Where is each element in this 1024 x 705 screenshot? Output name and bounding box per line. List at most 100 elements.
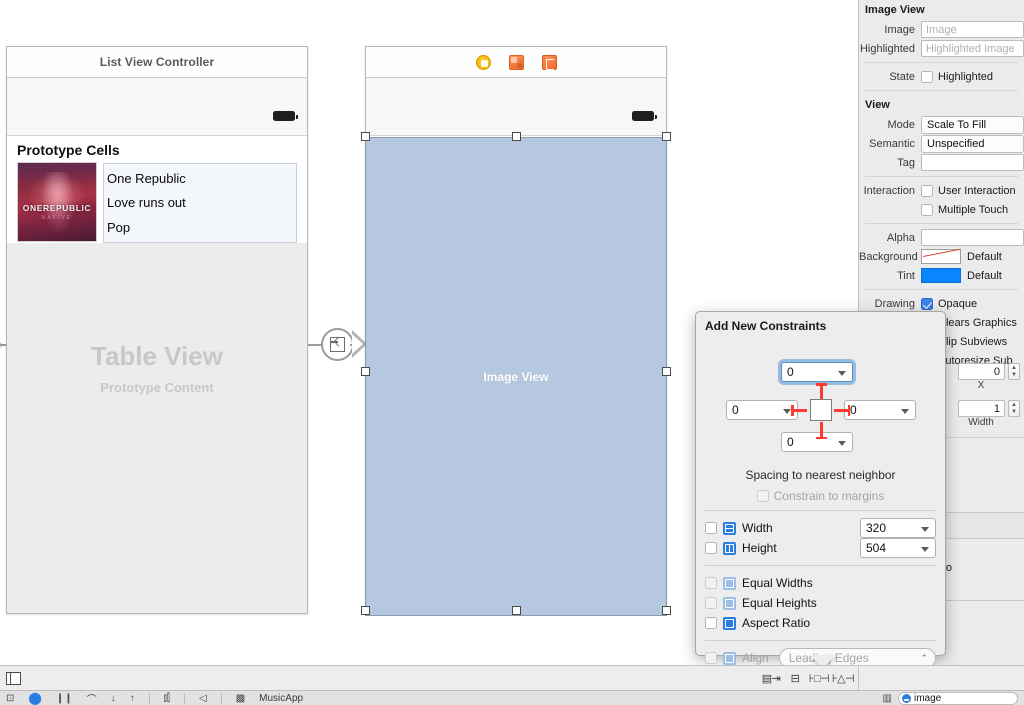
image-view-element[interactable]: Image View bbox=[365, 137, 667, 616]
state-highlighted-checkbox-row[interactable]: Highlighted bbox=[921, 70, 993, 83]
spacing-bottom-combo[interactable]: 0 bbox=[781, 432, 853, 452]
constraint-row-aspect-ratio[interactable]: Aspect Ratio bbox=[705, 613, 936, 633]
spacing-right-combo[interactable]: 0 bbox=[844, 400, 916, 420]
grid-icon[interactable]: ▥ bbox=[883, 693, 892, 704]
prototype-cell[interactable]: ONEREPUBLIC NATIVE One Republic Love run… bbox=[7, 162, 307, 246]
pin-left-strut[interactable] bbox=[791, 405, 807, 415]
width-field-group[interactable]: 1 ▲ ▼ Width bbox=[958, 400, 1020, 428]
chevron-down-icon[interactable] bbox=[921, 527, 929, 532]
run-flag-icon[interactable]: ⬤ bbox=[28, 691, 41, 705]
align-button[interactable]: ▤⇥ bbox=[762, 671, 781, 686]
scene-image-view-controller[interactable]: Image View bbox=[361, 46, 671, 616]
inspector-row-alpha[interactable]: Alpha bbox=[859, 228, 1024, 247]
pin-right-strut[interactable] bbox=[834, 405, 850, 415]
selection-handle-middle-left[interactable] bbox=[361, 367, 370, 376]
chevron-down-icon[interactable] bbox=[901, 409, 909, 414]
breakpoint-icon[interactable]: ⊡ bbox=[6, 693, 14, 704]
width-constraint-value-combo[interactable]: 320 bbox=[860, 518, 936, 538]
background-color-swatch[interactable] bbox=[921, 249, 961, 264]
selection-handle-top-left[interactable] bbox=[361, 132, 370, 141]
constrain-to-margins-checkbox[interactable] bbox=[756, 490, 769, 502]
inspector-row-background[interactable]: Background Default bbox=[859, 247, 1024, 266]
user-interaction-checkbox[interactable] bbox=[921, 184, 933, 197]
chevron-down-icon[interactable] bbox=[921, 547, 929, 552]
mode-popup[interactable]: Scale To Fill bbox=[921, 115, 1024, 134]
memory-grid-icon[interactable]: ▩ bbox=[236, 693, 245, 704]
inspector-row-state[interactable]: State Highlighted bbox=[859, 67, 1024, 86]
width-field[interactable]: 1 bbox=[958, 400, 1005, 417]
exit-icon[interactable] bbox=[541, 54, 557, 70]
canvas-bottom-bar[interactable]: ▤⇥ ⊟ ⊦□⊣ ⊦△⊣ bbox=[0, 665, 858, 690]
inspector-row-multiple-touch[interactable]: Multiple Touch bbox=[859, 200, 1024, 219]
cell-label-genre[interactable]: Pop bbox=[107, 220, 296, 235]
opaque-checkbox-row[interactable]: Opaque bbox=[921, 297, 977, 310]
width-stepper[interactable]: ▲ ▼ bbox=[1008, 400, 1020, 417]
inspector-row-image[interactable]: Image Image bbox=[859, 20, 1024, 39]
opaque-checkbox[interactable] bbox=[921, 297, 933, 310]
pin-spacing-area[interactable]: 0 0 0 0 bbox=[696, 336, 945, 486]
pin-bottom-strut[interactable] bbox=[816, 422, 826, 439]
spacing-top-combo[interactable]: 0 bbox=[781, 362, 853, 382]
width-constraint-checkbox[interactable] bbox=[705, 522, 717, 534]
state-highlighted-checkbox[interactable] bbox=[921, 70, 933, 83]
inspector-row-highlighted[interactable]: Highlighted Highlighted Image bbox=[859, 39, 1024, 58]
table-view-placeholder[interactable]: Table View Prototype Content bbox=[7, 243, 307, 613]
view-hierarchy-icon[interactable]: ⫾⫿ bbox=[164, 693, 170, 704]
height-constraint-value-combo[interactable]: 504 bbox=[860, 538, 936, 558]
step-out-icon[interactable]: ↑ bbox=[130, 693, 135, 704]
selection-handle-middle-right[interactable] bbox=[662, 367, 671, 376]
cell-label-group[interactable]: One Republic Love runs out Pop bbox=[103, 163, 297, 243]
multiple-touch-checkbox[interactable] bbox=[921, 203, 933, 216]
inspector-row-tint[interactable]: Tint Default bbox=[859, 266, 1024, 285]
autolayout-button-group[interactable]: ▤⇥ ⊟ ⊦□⊣ ⊦△⊣ bbox=[762, 671, 855, 686]
tag-field[interactable] bbox=[921, 154, 1024, 171]
inspector-row-tag[interactable]: Tag bbox=[859, 153, 1024, 172]
selection-handle-top-right[interactable] bbox=[662, 132, 671, 141]
semantic-popup[interactable]: Unspecified bbox=[921, 134, 1024, 153]
height-constraint-checkbox[interactable] bbox=[705, 542, 717, 554]
constrain-to-margins-row[interactable]: Constrain to margins bbox=[696, 489, 945, 503]
pin-button[interactable]: ⊟ bbox=[786, 671, 804, 686]
resolve-issues-button[interactable]: ⊦□⊣ bbox=[809, 671, 830, 686]
equal-constraint-rows[interactable]: Equal Widths Equal Heights Aspect Ratio bbox=[696, 573, 945, 633]
constraint-row-width[interactable]: Width 320 bbox=[705, 518, 936, 538]
inspector-row-semantic[interactable]: Semantic Unspecified bbox=[859, 134, 1024, 153]
step-over-icon[interactable]: ⌒ bbox=[87, 691, 97, 705]
step-into-icon[interactable]: ↓ bbox=[111, 693, 116, 704]
highlighted-image-field[interactable]: Highlighted Image bbox=[921, 40, 1024, 57]
selection-handle-bottom-right[interactable] bbox=[662, 606, 671, 615]
cell-label-song[interactable]: Love runs out bbox=[107, 195, 296, 210]
view-controller-icon[interactable] bbox=[475, 54, 491, 70]
x-field-group[interactable]: 0 ▲ ▼ X bbox=[958, 363, 1020, 391]
location-icon[interactable]: ◁ bbox=[199, 693, 207, 704]
chevron-down-icon[interactable] bbox=[838, 371, 846, 376]
constraint-row-height[interactable]: Height 504 bbox=[705, 538, 936, 558]
inspector-row-mode[interactable]: Mode Scale To Fill bbox=[859, 115, 1024, 134]
selection-handle-bottom-left[interactable] bbox=[361, 606, 370, 615]
inspector-row-interaction[interactable]: Interaction User Interaction bbox=[859, 181, 1024, 200]
x-stepper[interactable]: ▲ ▼ bbox=[1008, 363, 1020, 380]
pin-top-strut[interactable] bbox=[816, 383, 826, 400]
pause-icon[interactable]: ❙❙ bbox=[56, 693, 73, 704]
scene-list-view-controller[interactable]: List View Controller Prototype Cells ONE… bbox=[6, 46, 308, 614]
multiple-touch-checkbox-row[interactable]: Multiple Touch bbox=[921, 203, 1008, 216]
selection-handle-bottom-center[interactable] bbox=[512, 606, 521, 615]
alpha-field[interactable] bbox=[921, 229, 1024, 246]
library-search-field[interactable]: image bbox=[898, 692, 1018, 705]
spacing-left-combo[interactable]: 0 bbox=[726, 400, 798, 420]
tint-color-swatch[interactable] bbox=[921, 268, 961, 283]
image-field[interactable]: Image bbox=[921, 21, 1024, 38]
selection-handle-top-center[interactable] bbox=[512, 132, 521, 141]
scene2-dock[interactable] bbox=[366, 47, 666, 78]
first-responder-icon[interactable] bbox=[508, 54, 524, 70]
chevron-down-icon[interactable] bbox=[783, 409, 791, 414]
album-art-image[interactable]: ONEREPUBLIC NATIVE bbox=[17, 162, 97, 242]
debug-toolbar[interactable]: ⊡ ⬤ ❙❙ ⌒ ↓ ↑ ⫾⫿ ◁ ▩ MusicApp bbox=[0, 690, 1024, 705]
constraint-rows[interactable]: Width 320 Height 504 bbox=[696, 518, 945, 558]
user-interaction-checkbox-row[interactable]: User Interaction bbox=[921, 184, 1016, 197]
add-new-constraints-popover[interactable]: Add New Constraints 0 0 0 0 Spacing to n… bbox=[695, 311, 946, 705]
aspect-ratio-checkbox[interactable] bbox=[705, 617, 717, 629]
cell-label-artist[interactable]: One Republic bbox=[107, 171, 296, 186]
document-outline-toggle[interactable] bbox=[6, 671, 21, 685]
resizing-behavior-button[interactable]: ⊦△⊣ bbox=[832, 671, 855, 686]
